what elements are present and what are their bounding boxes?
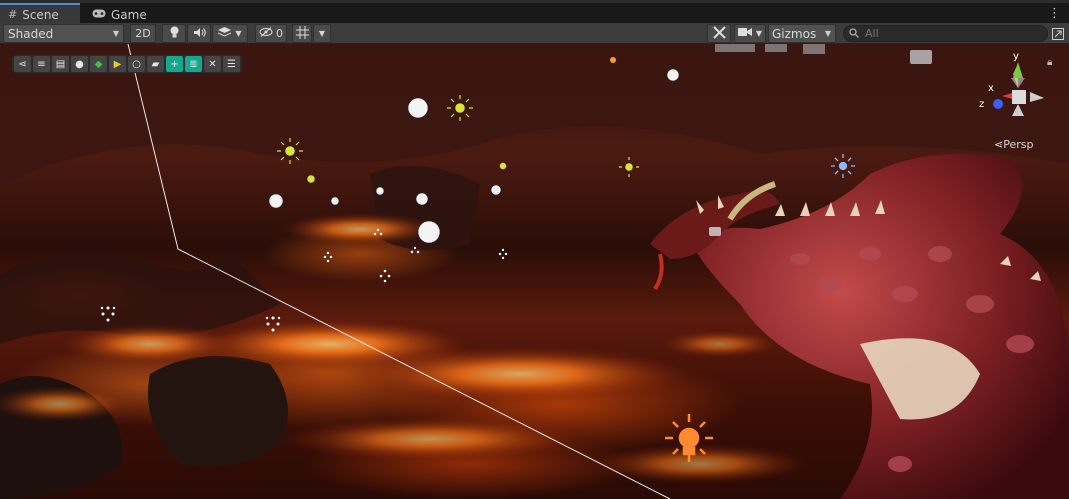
- stack-icon[interactable]: ≡: [33, 56, 50, 72]
- hidden-count: 0: [276, 27, 283, 40]
- tools-button[interactable]: [707, 24, 731, 43]
- maximize-icon[interactable]: [1050, 26, 1065, 41]
- speaker-icon: [193, 27, 206, 41]
- plus-box-icon[interactable]: +: [166, 56, 183, 72]
- effects-layers-icon: [218, 26, 232, 41]
- axis-x-label: x: [988, 83, 994, 94]
- caret-down-icon: ▼: [235, 29, 242, 38]
- shading-mode-dropdown[interactable]: Shaded ▼: [3, 24, 124, 43]
- grid-options-dropdown[interactable]: ▼: [313, 24, 331, 43]
- projection-label: Persp: [1003, 138, 1034, 151]
- axis-y-label: y: [1013, 51, 1019, 62]
- scene-viewport[interactable]: ⋖ ≡ ▤ ● ◆ ▶ ○ ▰ + ≣ ✕ ☰ y x z ⋖Persp 🔒︎: [0, 44, 1069, 499]
- gizmos-label: Gizmos: [772, 26, 817, 41]
- tab-game[interactable]: Game: [84, 5, 155, 24]
- effects-dropdown-button[interactable]: ▼: [212, 24, 248, 43]
- scene-render: [0, 44, 1069, 499]
- tab-bar: # Scene Game ⋮: [0, 0, 1069, 24]
- caret-down-icon: ▼: [755, 29, 763, 38]
- toggle-2d-button[interactable]: 2D: [130, 24, 156, 43]
- hidden-objects-button[interactable]: 0: [255, 24, 287, 43]
- gamepad-icon: [92, 8, 106, 21]
- search-input[interactable]: [865, 27, 1035, 40]
- layers-icon[interactable]: ▤: [52, 56, 69, 72]
- camera-icon[interactable]: ▰: [147, 56, 164, 72]
- projection-toggle[interactable]: ⋖Persp: [994, 138, 1033, 151]
- tab-scene[interactable]: # Scene: [0, 3, 80, 24]
- camera-settings-button[interactable]: ▼: [734, 24, 766, 43]
- scene-toolbar: Shaded ▼ 2D ▼ 0 ▼ ▼ Gizmos ▼ All: [0, 23, 1069, 44]
- grid-snap-button[interactable]: [292, 24, 312, 43]
- caret-down-icon: ▼: [824, 29, 831, 38]
- menu-icon[interactable]: ☰: [223, 56, 240, 72]
- eye-slash-icon: [259, 27, 273, 40]
- tab-game-label: Game: [111, 7, 147, 22]
- projection-icon: ⋖: [994, 138, 1004, 151]
- tag-icon[interactable]: ▶: [109, 56, 126, 72]
- grid-snap-icon: [295, 25, 309, 42]
- axis-z-label: z: [979, 99, 985, 110]
- grid-icon: #: [8, 8, 18, 21]
- lightbulb-icon: [169, 26, 180, 41]
- scene-search[interactable]: [843, 25, 1048, 42]
- circle-icon[interactable]: ○: [128, 56, 145, 72]
- person-icon[interactable]: ●: [71, 56, 88, 72]
- toggle-2d-label: 2D: [135, 27, 151, 40]
- close-icon[interactable]: ✕: [204, 56, 221, 72]
- search-icon: [849, 27, 859, 41]
- list-icon[interactable]: ≣: [185, 56, 202, 72]
- shading-mode-value: Shaded: [8, 26, 54, 41]
- tab-scene-label: Scene: [22, 7, 59, 22]
- caret-down-icon: ▼: [318, 29, 326, 38]
- share-icon[interactable]: ⋖: [14, 56, 31, 72]
- gizmos-dropdown[interactable]: Gizmos ▼: [768, 24, 836, 43]
- diamond-icon[interactable]: ◆: [90, 56, 107, 72]
- lock-icon[interactable]: 🔒︎: [1047, 57, 1052, 68]
- audio-toggle-button[interactable]: [187, 24, 211, 43]
- caret-down-icon: ▼: [112, 29, 119, 38]
- tools-icon: [712, 25, 726, 42]
- video-camera-icon: [737, 27, 752, 40]
- scene-tool-strip: ⋖ ≡ ▤ ● ◆ ▶ ○ ▰ + ≣ ✕ ☰: [12, 55, 242, 73]
- more-options-icon[interactable]: ⋮: [1048, 7, 1061, 20]
- lighting-toggle-button[interactable]: [162, 24, 186, 43]
